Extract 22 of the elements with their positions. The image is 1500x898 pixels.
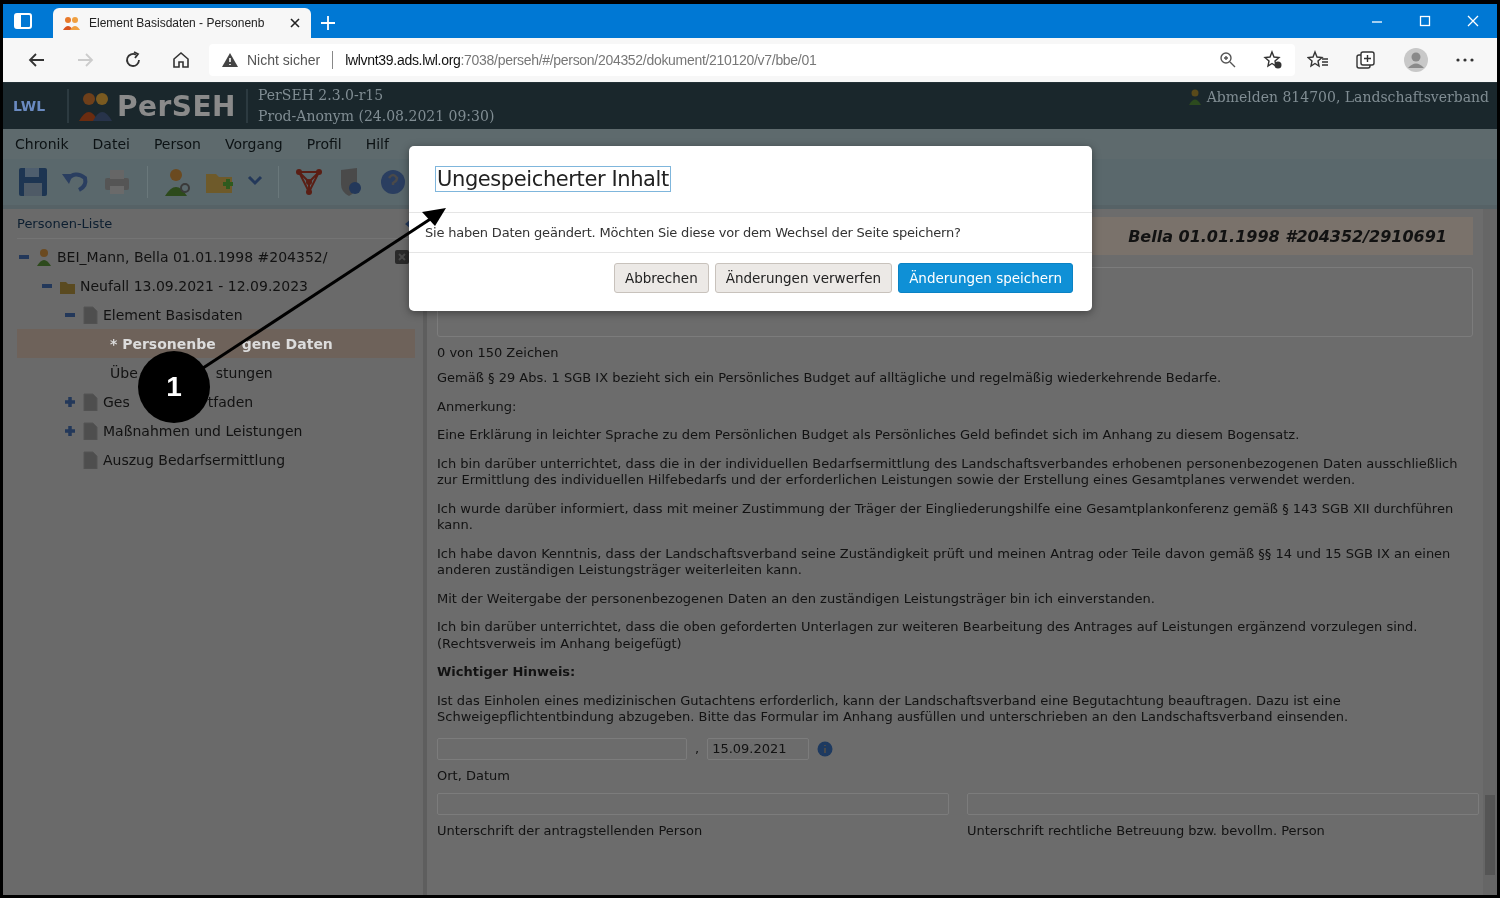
character-count: 0 von 150 Zeichen: [437, 345, 560, 360]
paragraph: Anmerkung:: [437, 398, 518, 415]
paragraph: Gemäß § 29 Abs. 1 SGB IX bezieht sich ein Persönliches Budget auf alltägliche und regelmäßig wiederkehrende Bedarfe.: [437, 370, 1223, 387]
org-logo: LWL: [13, 98, 47, 114]
dialog-title: Ungespeicherter Inhalt: [435, 166, 671, 192]
environment-text: Prod-Anonym (24.08.2021 09:30): [258, 107, 495, 126]
panel-title: Personen-Liste: [17, 216, 113, 231]
field-label: Unterschrift rechtliche Betreuung bzw. bevollm. Person: [967, 822, 1326, 838]
version-text: PerSEH 2.3.0-r15: [258, 86, 385, 105]
field-label: Ort, Datum: [437, 767, 511, 783]
url-text: lwlvnt39.ads.lwl.org:7038/perseh/#/person/204352/dokument/210120/v7/bbe/01: [345, 52, 818, 68]
notice-heading: Wichtiger Hinweis:: [437, 664, 577, 681]
field-label: Unterschrift der antragstellenden Person: [437, 822, 704, 838]
paragraph: Ist das Einholen eines medizinischen Gutachtens erforderlich, kann der Landschaftsverband eine Begutachtung beauftragen. Dazu ist eine Schweigepflichtentbindung abzugeben. Bitte das Formular im Anhang ausfüllen und unterschrieben an den Landschaftsverband einsenden.: [437, 692, 1350, 726]
paragraph: Ich bin darüber unterrichtet, dass die oben geforderten Unterlagen zur weiteren Bearbeitung des Antrages auf Leistungen ergänzend vorzulegen sind. (Rechtsverweis im Anhang beigefügt): [437, 619, 1419, 652]
paragraph: Ich bin darüber unterrichtet, dass die in der individuellen Bedarfsermittlung des Landschaftsverbandes erhobenen personenbezogenen Daten ausschließlich zur Ermittlung des individuellen Hilfebedarfs und der erforderlichen Leistungen sowie der Erstellung eines Gesamtplanes verwendet werden.: [437, 455, 1459, 489]
paragraph: Eine Erklärung in leichter Sprache zu dem Persönlichen Budget als Persönliches Geld befindet sich im Anhang zu diesem Bogensatz.: [437, 427, 1301, 444]
paragraph: Mit der Weitergabe der personenbezogenen Daten an den zuständigen Leistungsträger bin ich einverstanden.: [437, 590, 1156, 607]
paragraph: Ich wurde darüber informiert, dass mit meiner Zustimmung der Träger der Eingliederungshilfe eine Gesamtplankonferenz gemäß § 143 SGB XII durchführen kann.: [437, 500, 1455, 534]
separator-text: ,: [695, 741, 700, 756]
paragraph: Ich habe davon Kenntnis, dass der Landschaftsverband seine Zuständigkeit prüft und meinen Antrag oder Teile davon gemäß §§ 14 und 15 SGB IX an einen anderen zuständigen Leistungsträger weiterleiten kann.: [437, 545, 1452, 579]
app-logo: PerSEH: [117, 89, 237, 123]
